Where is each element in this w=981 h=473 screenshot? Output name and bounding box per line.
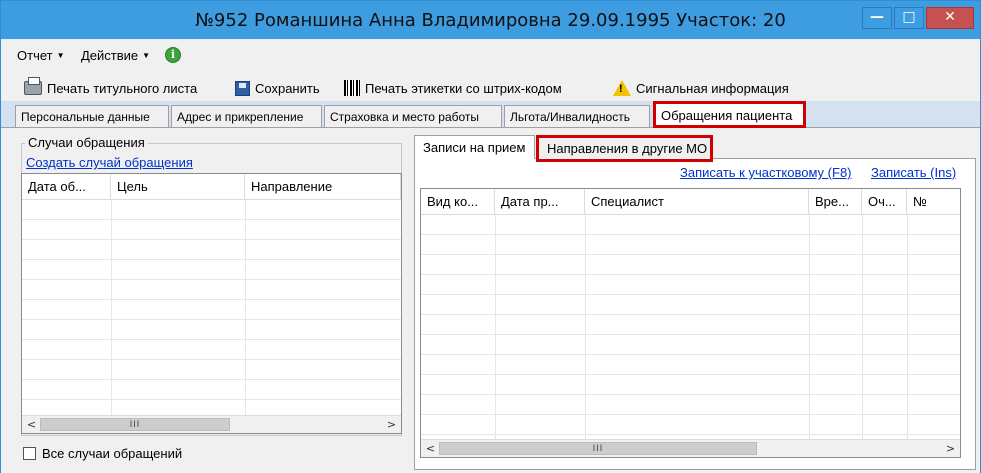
column-divider	[495, 215, 496, 439]
column-divider	[585, 215, 586, 439]
appointments-grid[interactable]: Вид ко... Дата пр... Специалист Вре... О…	[420, 188, 961, 458]
window-title: №952 Романшина Анна Владимировна 29.09.1…	[195, 10, 786, 31]
close-icon: ✕	[944, 9, 956, 25]
book-district-doctor-link[interactable]: Записать к участковому (F8)	[680, 165, 852, 180]
column-header-queue[interactable]: Оч...	[862, 189, 907, 215]
menu-report-label: Отчет	[17, 48, 53, 63]
minimize-icon: —	[870, 9, 884, 25]
scroll-right-icon[interactable]: >	[942, 441, 959, 457]
signal-info-label: Сигнальная информация	[636, 80, 789, 96]
signal-info-button[interactable]: ! Сигнальная информация	[613, 77, 789, 99]
column-divider	[809, 215, 810, 439]
cases-group-label: Случаи обращения	[25, 135, 148, 150]
chevron-down-icon: ▼	[56, 51, 65, 60]
menu-report[interactable]: Отчет ▼	[17, 48, 65, 63]
column-header-time[interactable]: Вре...	[809, 189, 862, 215]
column-header-direction[interactable]: Направление	[245, 174, 401, 200]
cases-grid-header: Дата об... Цель Направление	[22, 174, 401, 200]
scroll-thumb[interactable]: III	[40, 418, 230, 431]
menu-action[interactable]: Действие ▼	[81, 48, 150, 63]
scroll-left-icon[interactable]: <	[23, 417, 40, 433]
column-header-visit-type[interactable]: Вид ко...	[421, 189, 495, 215]
print-barcode-label: Печать этикетки со штрих-кодом	[365, 80, 562, 96]
appointments-horizontal-scrollbar[interactable]: < III >	[421, 439, 960, 457]
all-cases-label: Все случаи обращений	[42, 446, 183, 461]
tab-patient-visits[interactable]: Обращения пациента	[653, 101, 806, 128]
column-divider	[111, 200, 112, 415]
column-divider	[245, 200, 246, 415]
scroll-left-icon[interactable]: <	[422, 441, 439, 457]
close-button[interactable]: ✕	[926, 7, 974, 29]
tab-referrals[interactable]: Направления в другие МО	[536, 135, 713, 162]
column-divider	[907, 215, 908, 439]
print-title-page-button[interactable]: Печать титульного листа	[24, 77, 197, 99]
title-bar[interactable]: №952 Романшина Анна Владимировна 29.09.1…	[1, 1, 980, 39]
warning-icon: !	[613, 80, 631, 96]
appointments-grid-rows	[421, 215, 960, 439]
tab-address[interactable]: Адрес и прикрепление	[171, 105, 322, 127]
column-header-date[interactable]: Дата об...	[22, 174, 111, 200]
scroll-right-icon[interactable]: >	[383, 417, 400, 433]
printer-icon	[24, 77, 42, 95]
scroll-thumb[interactable]: III	[439, 442, 757, 455]
column-header-number[interactable]: №	[907, 189, 960, 215]
print-barcode-label-button[interactable]: Печать этикетки со штрих-кодом	[344, 77, 562, 99]
column-divider	[862, 215, 863, 439]
menu-action-label: Действие	[81, 48, 139, 63]
maximize-icon: □	[902, 9, 916, 25]
create-case-link[interactable]: Создать случай обращения	[26, 155, 193, 170]
book-appointment-link[interactable]: Записать (Ins)	[871, 165, 956, 180]
tab-insurance[interactable]: Страховка и место работы	[324, 105, 502, 127]
appointments-grid-header: Вид ко... Дата пр... Специалист Вре... О…	[421, 189, 960, 215]
chevron-down-icon: ▼	[142, 51, 151, 60]
print-title-page-label: Печать титульного листа	[47, 80, 198, 96]
cases-horizontal-scrollbar[interactable]: < III >	[22, 415, 401, 433]
all-cases-row[interactable]: Все случаи обращений	[23, 446, 182, 461]
toolbar: Печать титульного листа Сохранить Печать…	[1, 73, 980, 101]
column-header-visit-date[interactable]: Дата пр...	[495, 189, 585, 215]
column-header-specialist[interactable]: Специалист	[585, 189, 809, 215]
patient-window: №952 Романшина Анна Владимировна 29.09.1…	[0, 0, 981, 473]
floppy-disk-icon	[235, 80, 250, 96]
save-button[interactable]: Сохранить	[235, 77, 320, 99]
tab-benefits[interactable]: Льгота/Инвалидность	[504, 105, 650, 127]
all-cases-checkbox[interactable]	[23, 447, 36, 460]
column-header-goal[interactable]: Цель	[111, 174, 245, 200]
menu-bar: Отчет ▼ Действие ▼	[1, 41, 980, 71]
info-icon[interactable]: i	[165, 47, 181, 63]
cases-grid-rows	[22, 200, 401, 415]
minimize-button[interactable]: —	[862, 7, 892, 29]
tab-appointments[interactable]: Записи на прием	[414, 135, 535, 159]
barcode-icon	[344, 80, 360, 96]
save-label: Сохранить	[255, 80, 320, 96]
cases-grid[interactable]: Дата об... Цель Направление < III >	[21, 173, 402, 434]
tab-personal-data[interactable]: Персональные данные	[15, 105, 169, 127]
maximize-button[interactable]: □	[894, 7, 924, 29]
